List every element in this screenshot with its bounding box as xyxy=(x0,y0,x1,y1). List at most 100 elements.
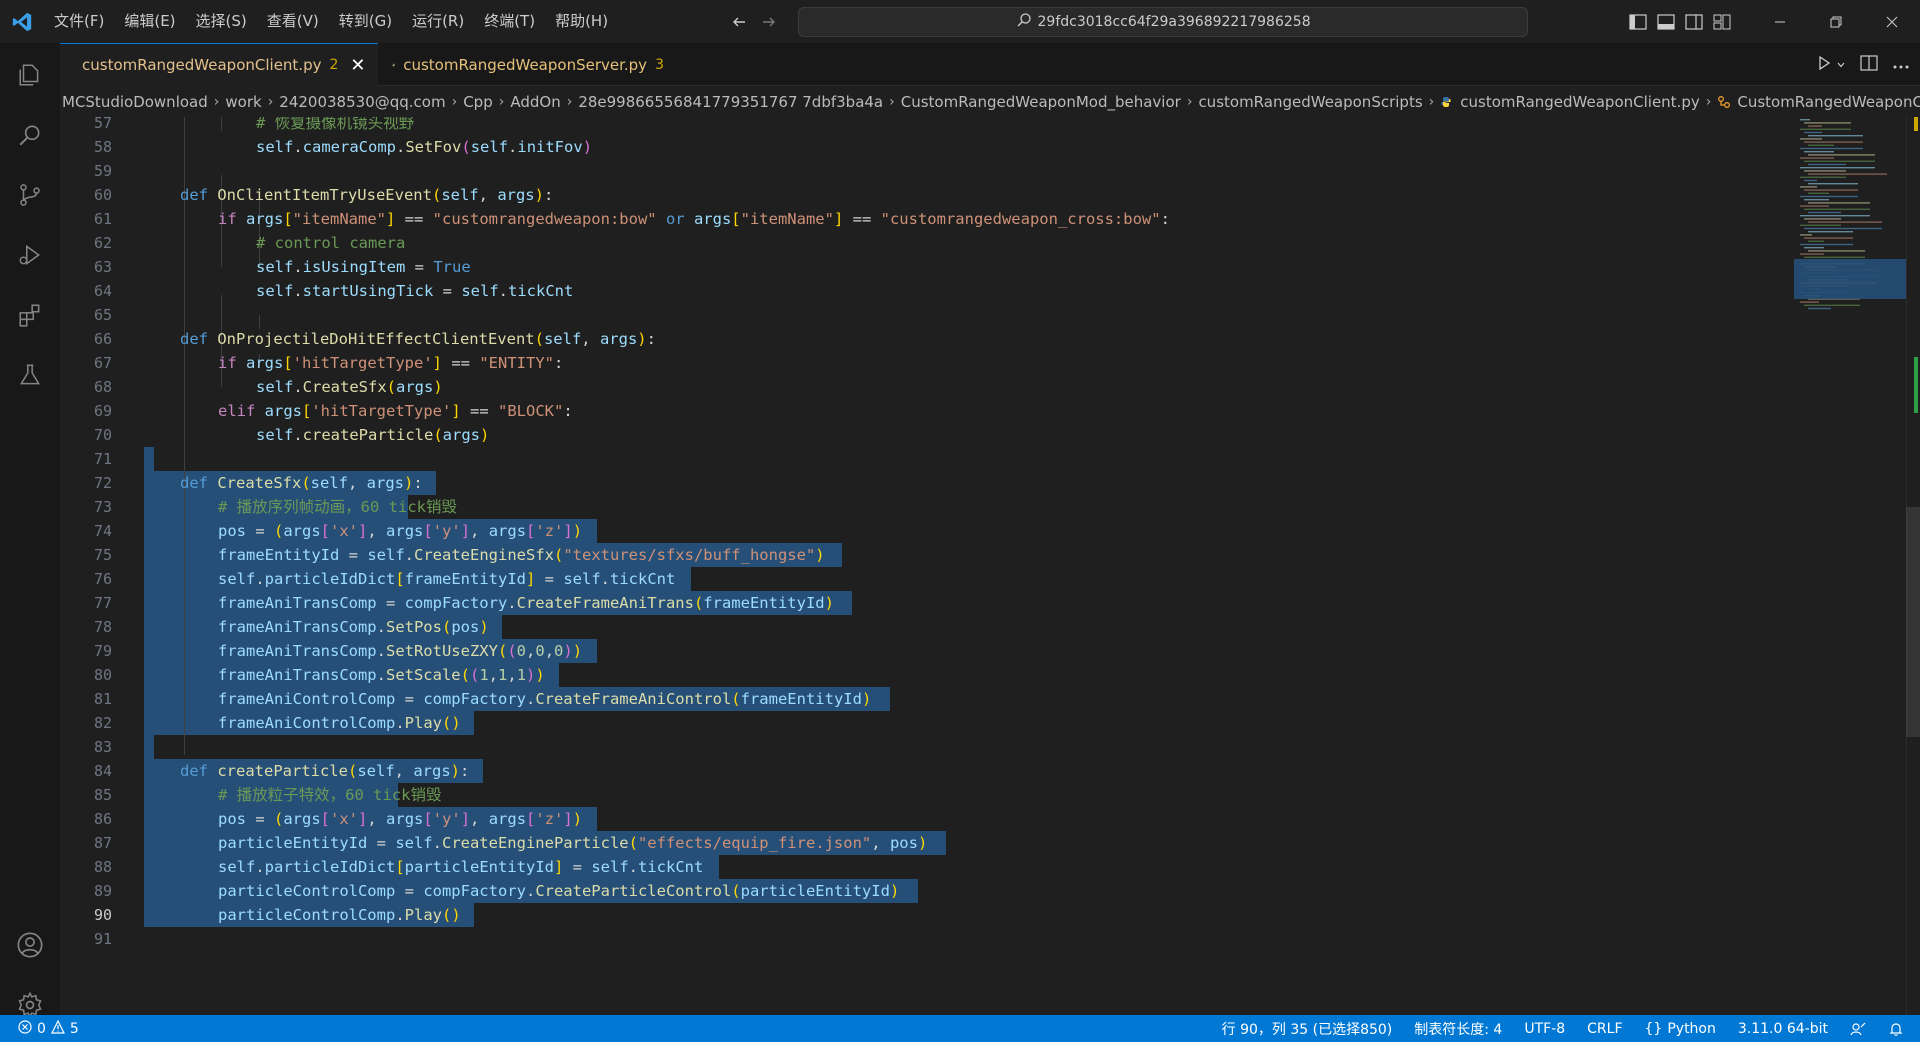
line-number: 58 xyxy=(93,138,112,156)
customize-layout-icon[interactable] xyxy=(1708,0,1736,43)
minimap-line xyxy=(1800,176,1846,178)
minimap-line xyxy=(1804,122,1851,124)
toggle-primary-sidebar-icon[interactable] xyxy=(1624,0,1652,43)
run-debug-icon[interactable] xyxy=(0,231,60,279)
end-of-line[interactable]: CRLF xyxy=(1587,1021,1622,1037)
menu-selection[interactable]: 选择(S) xyxy=(186,0,257,43)
menu-help[interactable]: 帮助(H) xyxy=(545,0,618,43)
extensions-icon[interactable] xyxy=(0,291,60,339)
language-mode[interactable]: {} Python xyxy=(1645,1021,1716,1037)
line-number: 59 xyxy=(93,162,112,180)
change-marker xyxy=(1914,357,1918,413)
breadcrumb-item[interactable]: work xyxy=(223,93,263,111)
breadcrumb-item[interactable]: CustomRangedWeaponClient xyxy=(1735,93,1920,111)
problems-indicator[interactable]: 0 5 xyxy=(18,1019,79,1038)
close-window-icon[interactable] xyxy=(1864,0,1920,43)
breadcrumb-item[interactable]: customRangedWeaponScripts xyxy=(1196,93,1424,111)
problem-count: 2 xyxy=(329,57,339,73)
code-line: def createParticle(self, args): xyxy=(180,762,470,780)
chevron-right-icon: › xyxy=(1186,94,1193,110)
warning-icon xyxy=(50,1019,65,1038)
minimap-line xyxy=(1808,231,1853,233)
toggle-panel-icon[interactable] xyxy=(1652,0,1680,43)
feedback-icon[interactable] xyxy=(1850,1021,1866,1037)
breadcrumb-item[interactable]: AddOn xyxy=(508,93,562,111)
vscode-logo-icon xyxy=(0,0,44,43)
scrollbar-thumb[interactable] xyxy=(1906,507,1920,737)
encoding[interactable]: UTF-8 xyxy=(1524,1021,1565,1037)
accounts-icon[interactable] xyxy=(0,921,60,969)
line-number: 67 xyxy=(93,354,112,372)
minimap-line xyxy=(1800,167,1875,169)
code-line: self.particleIdDict[frameEntityId] = sel… xyxy=(218,570,676,588)
back-arrow-icon[interactable] xyxy=(728,11,750,33)
code-line: # 播放序列帧动画，60 tick销毁 xyxy=(218,498,457,516)
code-line: # 播放粒子特效，60 tick销毁 xyxy=(218,786,442,804)
close-tab-icon[interactable]: ✕ xyxy=(350,55,365,76)
line-number: 89 xyxy=(93,882,112,900)
line-number: 91 xyxy=(93,930,112,948)
line-number: 69 xyxy=(93,402,112,420)
command-center[interactable]: 29fdc3018cc64f29a396892217986258 xyxy=(798,6,1529,37)
code-editor[interactable]: 57 58 59 60 61 62 63 64 65 66 67 68 69 7… xyxy=(60,117,1920,1015)
more-actions-icon[interactable] xyxy=(1892,55,1910,74)
menu-file[interactable]: 文件(F) xyxy=(44,0,114,43)
menu-go[interactable]: 转到(G) xyxy=(329,0,402,43)
run-python-file-icon[interactable] xyxy=(1816,55,1832,75)
python-interpreter[interactable]: 3.11.0 64-bit xyxy=(1738,1021,1828,1037)
line-number: 78 xyxy=(93,618,112,636)
line-number: 71 xyxy=(93,450,112,468)
breadcrumb-item[interactable]: MCStudioDownload xyxy=(60,93,210,111)
menu-edit[interactable]: 编辑(E) xyxy=(114,0,185,43)
indent-guide xyxy=(184,117,185,755)
explorer-icon[interactable] xyxy=(0,51,60,99)
minimap-line xyxy=(1808,183,1858,185)
source-control-icon[interactable] xyxy=(0,171,60,219)
minimap-line xyxy=(1800,234,1812,236)
minimap-line xyxy=(1800,224,1841,226)
testing-flask-icon[interactable] xyxy=(0,351,60,399)
menu-run[interactable]: 运行(R) xyxy=(402,0,474,43)
code-line: self.particleIdDict[particleEntityId] = … xyxy=(218,858,704,876)
breadcrumb-item[interactable]: 2420038530@qq.com xyxy=(277,93,447,111)
breadcrumb: MCStudioDownload › work › 2420038530@qq.co… xyxy=(60,87,1920,117)
status-bar: 0 5 行 90，列 35 (已选择850) 制表符长度: 4 UTF-8 CR… xyxy=(0,1015,1920,1042)
search-icon xyxy=(1016,12,1032,32)
line-number: 84 xyxy=(93,762,112,780)
breadcrumb-item[interactable]: 28e99866556841779351767 7dbf3ba4a xyxy=(576,93,885,111)
line-number-current: 90 xyxy=(93,906,112,924)
class-symbol-icon xyxy=(1717,95,1731,109)
split-editor-icon[interactable] xyxy=(1860,54,1878,75)
notifications-bell-icon[interactable] xyxy=(1888,1021,1904,1037)
minimap-line xyxy=(1808,135,1863,137)
cursor-position[interactable]: 行 90，列 35 (已选择850) xyxy=(1222,1019,1393,1039)
minimap-line xyxy=(1804,227,1882,230)
tab-client-file[interactable]: customRangedWeaponClient.py 2 ✕ xyxy=(60,43,378,86)
minimap-line xyxy=(1804,131,1822,134)
forward-arrow-icon[interactable] xyxy=(758,11,780,33)
restore-icon[interactable] xyxy=(1808,0,1864,43)
breadcrumb-item[interactable]: CustomRangedWeaponMod_behavior xyxy=(899,93,1183,111)
problem-count: 3 xyxy=(655,56,664,73)
chevron-down-icon[interactable] xyxy=(1836,55,1846,74)
breadcrumb-item[interactable]: Cpp xyxy=(461,93,495,111)
line-number: 62 xyxy=(93,234,112,252)
tab-server-file[interactable]: customRangedWeaponServer.py 3 xyxy=(378,43,678,86)
toggle-secondary-sidebar-icon[interactable] xyxy=(1680,0,1708,43)
vertical-scrollbar[interactable] xyxy=(1906,117,1920,1015)
code-line: if args["itemName"] == "customrangedweap… xyxy=(218,210,1170,228)
menu-view[interactable]: 查看(V) xyxy=(257,0,329,43)
search-view-icon[interactable] xyxy=(0,111,60,159)
line-number: 72 xyxy=(93,474,112,492)
line-number: 73 xyxy=(93,498,112,516)
code-line: if args['hitTargetType'] == "ENTITY": xyxy=(218,354,564,372)
minimize-icon[interactable] xyxy=(1752,0,1808,43)
line-number: 87 xyxy=(93,834,112,852)
minimap[interactable] xyxy=(1794,117,1906,317)
indentation[interactable]: 制表符长度: 4 xyxy=(1414,1019,1502,1039)
breadcrumb-item[interactable]: customRangedWeaponClient.py xyxy=(1458,93,1701,111)
editor-tab-bar: customRangedWeaponClient.py 2 ✕ customRa… xyxy=(60,43,1920,86)
line-number: 80 xyxy=(93,666,112,684)
menu-terminal[interactable]: 终端(T) xyxy=(474,0,545,43)
code-line: def OnProjectileDoHitEffectClientEvent(s… xyxy=(180,330,656,348)
